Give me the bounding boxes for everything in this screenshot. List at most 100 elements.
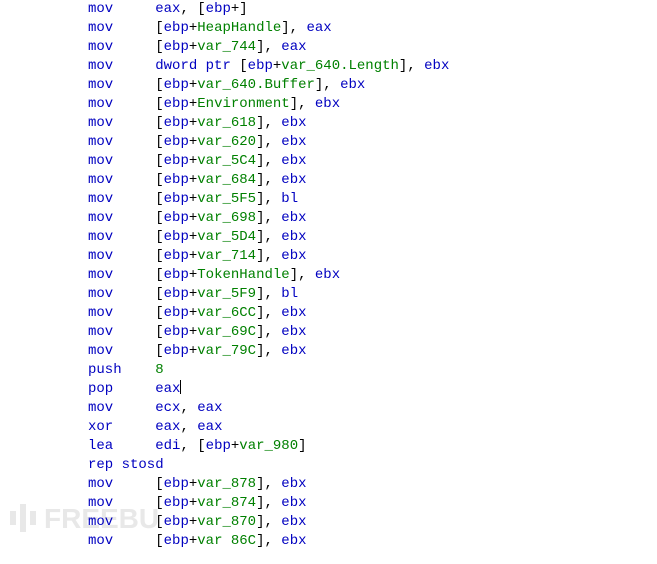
symbol: var_5F5 [197, 191, 256, 207]
register: ebx [281, 229, 306, 245]
mnemonic: mov [88, 172, 113, 188]
register: ecx [155, 400, 180, 416]
register: ebx [281, 115, 306, 131]
mnemonic: rep stosd [88, 457, 164, 473]
register: ebp [164, 134, 189, 150]
asm-line: mov [ebp+var_5F5], bl [88, 190, 657, 209]
mnemonic: mov [88, 39, 113, 55]
punct: [ [155, 533, 163, 549]
symbol: var_69C [197, 324, 256, 340]
register: ebp [164, 39, 189, 55]
asm-line: mov [ebp+var_870], ebx [88, 513, 657, 532]
mnemonic: mov [88, 267, 113, 283]
punct: ], [256, 343, 281, 359]
asm-line: mov [ebp+var_6CC], ebx [88, 304, 657, 323]
symbol: var_5C4 [197, 153, 256, 169]
register: ebx [340, 77, 365, 93]
register: ebp [206, 438, 231, 454]
punct: [ [155, 267, 163, 283]
punct: + [189, 96, 197, 112]
asm-line: mov eax, [ebp+] [88, 0, 657, 19]
punct: , [180, 419, 197, 435]
punct: + [189, 343, 197, 359]
register: eax [197, 400, 222, 416]
punct: ], [256, 172, 281, 188]
punct: ], [256, 305, 281, 321]
punct: [ [155, 153, 163, 169]
punct: [ [231, 58, 248, 74]
register: ebp [164, 248, 189, 264]
punct: [ [155, 39, 163, 55]
register: eax [155, 1, 180, 17]
asm-line: mov [ebp+var_79C], ebx [88, 342, 657, 361]
mnemonic: mov [88, 248, 113, 264]
register: eax [307, 20, 332, 36]
register: eax [155, 381, 180, 397]
punct: ], [256, 153, 281, 169]
mnemonic: mov [88, 58, 113, 74]
punct: [ [155, 343, 163, 359]
asm-line: mov [ebp+var_620], ebx [88, 133, 657, 152]
asm-line: mov [ebp+var 86C], ebx [88, 532, 657, 551]
register: ebp [164, 191, 189, 207]
punct: + [189, 77, 197, 93]
register: eax [281, 39, 306, 55]
punct: [ [155, 229, 163, 245]
punct: [ [155, 324, 163, 340]
asm-line: lea edi, [ebp+var_980] [88, 437, 657, 456]
mnemonic: lea [88, 438, 113, 454]
register: ebp [164, 267, 189, 283]
mnemonic: mov [88, 400, 113, 416]
register: ebp [164, 77, 189, 93]
mnemonic: mov [88, 305, 113, 321]
punct: + [189, 324, 197, 340]
punct: ], [256, 39, 281, 55]
punct: [ [155, 172, 163, 188]
punct: , [ [180, 1, 205, 17]
register: ebx [281, 248, 306, 264]
punct: , [180, 400, 197, 416]
mnemonic: push [88, 362, 122, 378]
asm-line: mov [ebp+HeapHandle], eax [88, 19, 657, 38]
mnemonic: pop [88, 381, 113, 397]
mnemonic: mov [88, 1, 113, 17]
mnemonic: mov [88, 229, 113, 245]
punct: [ [155, 248, 163, 264]
register: ebx [281, 324, 306, 340]
asm-line: mov [ebp+var_714], ebx [88, 247, 657, 266]
register: ebx [281, 134, 306, 150]
mnemonic: mov [88, 115, 113, 131]
register: ebx [281, 533, 306, 549]
register: ebp [248, 58, 273, 74]
register: ebp [164, 495, 189, 511]
punct: + [189, 248, 197, 264]
punct: ], [256, 514, 281, 530]
symbol: var 86C [197, 533, 256, 549]
register: ebp [164, 229, 189, 245]
symbol: var_5D4 [197, 229, 256, 245]
punct: [ [155, 77, 163, 93]
punct: ], [256, 533, 281, 549]
punct: + [189, 39, 197, 55]
register: ebp [164, 115, 189, 131]
mnemonic: mov [88, 476, 113, 492]
punct: [ [155, 191, 163, 207]
punct: ], [256, 210, 281, 226]
punct: ], [256, 324, 281, 340]
mnemonic: mov [88, 134, 113, 150]
register: ebp [164, 172, 189, 188]
register: ebp [164, 210, 189, 226]
asm-line: mov [ebp+var_640.Buffer], ebx [88, 76, 657, 95]
register: ebx [281, 210, 306, 226]
register: ebp [164, 533, 189, 549]
register: ebx [281, 514, 306, 530]
mnemonic: mov [88, 96, 113, 112]
asm-line: mov dword ptr [ebp+var_640.Length], ebx [88, 57, 657, 76]
punct: + [189, 476, 197, 492]
punct: + [189, 267, 197, 283]
register: ebp [164, 96, 189, 112]
punct: [ [155, 495, 163, 511]
punct: + [189, 153, 197, 169]
symbol: TokenHandle [197, 267, 289, 283]
register: ebx [281, 495, 306, 511]
